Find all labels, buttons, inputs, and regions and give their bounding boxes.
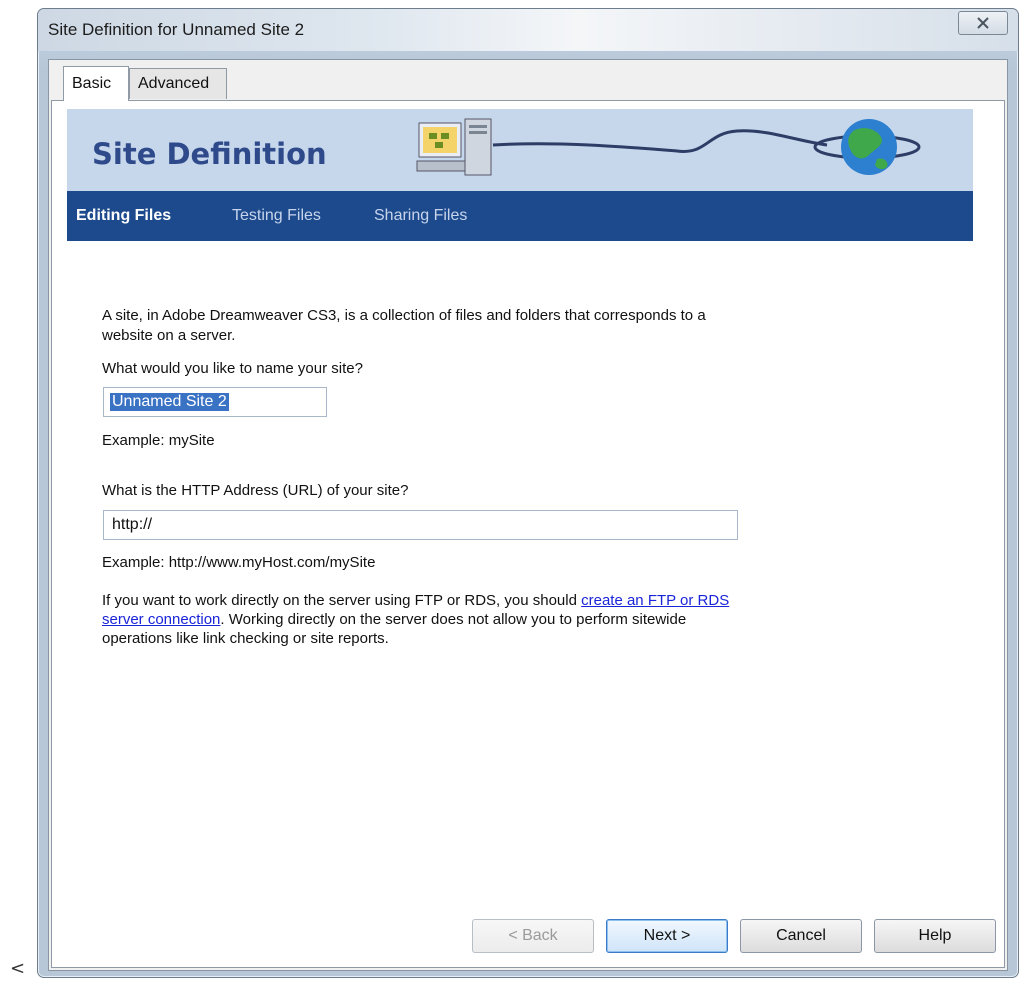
banner-header: Site Definition xyxy=(67,109,973,191)
site-url-value: http:// xyxy=(112,516,153,533)
site-name-value: Unnamed Site 2 xyxy=(110,393,229,411)
basic-tab-panel: Site Definition Editing Files Testing Fi… xyxy=(51,100,1005,968)
nav-sharing-files: Sharing Files xyxy=(374,207,468,224)
site-definition-dialog: Site Definition for Unnamed Site 2 Basic… xyxy=(37,8,1019,978)
ftp-info-line2: server connection. Working directly on t… xyxy=(102,610,686,629)
nav-editing-files: Editing Files xyxy=(76,207,172,224)
tab-advanced-label: Advanced xyxy=(138,75,210,92)
site-url-example: Example: http://www.myHost.com/mySite xyxy=(102,554,376,571)
ftp-rds-connection-link[interactable]: create an FTP or RDS xyxy=(581,592,729,609)
site-name-example: Example: mySite xyxy=(102,432,215,449)
intro-text-line1: A site, in Adobe Dreamweaver CS3, is a c… xyxy=(102,307,706,324)
site-name-label: What would you like to name your site? xyxy=(102,360,363,377)
site-url-label: What is the HTTP Address (URL) of your s… xyxy=(102,482,409,499)
cancel-button[interactable]: Cancel xyxy=(740,919,862,953)
close-button[interactable] xyxy=(958,11,1008,35)
ftp-info-text: If you want to work directly on the serv… xyxy=(102,592,582,609)
intro-text-line2: website on a server. xyxy=(102,327,236,344)
site-url-input[interactable]: http:// xyxy=(103,510,738,540)
close-icon xyxy=(977,17,989,29)
ftp-info-text-cont: . Working directly on the server does no… xyxy=(220,611,687,628)
dialog-client-area: Basic Advanced Site Definition Editing F… xyxy=(48,59,1008,971)
help-button[interactable]: Help xyxy=(874,919,996,953)
stray-character: < xyxy=(10,958,26,979)
site-definition-banner: Site Definition Editing Files Testing Fi… xyxy=(67,109,973,241)
server-connection-link[interactable]: server connection xyxy=(102,611,220,628)
tab-advanced[interactable]: Advanced xyxy=(129,68,227,99)
window-title: Site Definition for Unnamed Site 2 xyxy=(48,20,305,39)
banner-illustration xyxy=(416,118,921,176)
site-name-input[interactable]: Unnamed Site 2 xyxy=(103,387,327,417)
title-bar: Site Definition for Unnamed Site 2 xyxy=(38,9,1018,51)
tab-basic-label: Basic xyxy=(72,75,112,92)
back-button[interactable]: < Back xyxy=(472,919,594,953)
globe-icon xyxy=(813,119,921,175)
banner-nav: Editing Files Testing Files Sharing File… xyxy=(67,191,973,241)
tab-basic[interactable]: Basic xyxy=(63,66,129,101)
nav-testing-files: Testing Files xyxy=(232,207,321,224)
banner-title: Site Definition xyxy=(92,137,327,171)
next-button[interactable]: Next > xyxy=(606,919,728,953)
ftp-info-line1: If you want to work directly on the serv… xyxy=(102,591,729,610)
computer-icon xyxy=(416,118,492,176)
ftp-info-line3: operations like link checking or site re… xyxy=(102,630,389,647)
